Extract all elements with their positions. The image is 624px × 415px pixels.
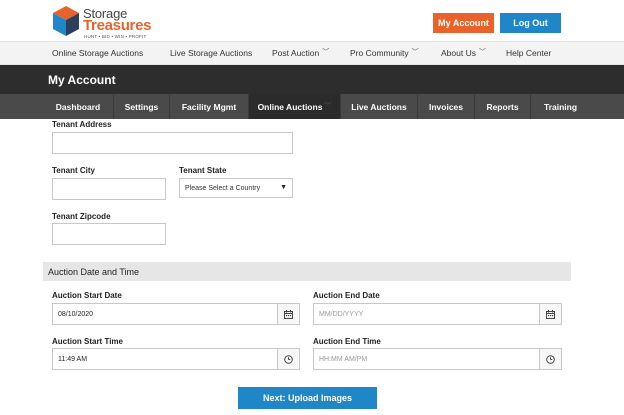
chevron-down-icon: ﹀ — [478, 49, 486, 56]
auction-start-time-input[interactable]: 11:49 AM — [52, 348, 278, 370]
tab-label: Settings — [124, 101, 159, 112]
chevron-down-icon: ﹀ — [324, 102, 332, 110]
start-date-calendar-button[interactable] — [277, 303, 300, 325]
tab-dashboard[interactable]: Dashboard — [43, 94, 114, 119]
chevron-down-icon: ▼ — [280, 184, 287, 191]
chevron-down-icon: ﹀ — [322, 49, 330, 56]
auction-end-date-input[interactable]: MM/DD/YYYY — [313, 303, 540, 325]
section-title: Auction Date and Time — [48, 267, 140, 277]
account-title-bar: My Account — [0, 65, 624, 94]
tab-invoices[interactable]: Invoices — [418, 94, 475, 119]
auction-end-time-label: Auction End Time — [313, 337, 381, 346]
nav-label: Pro Community — [350, 48, 409, 58]
clock-icon — [284, 354, 293, 364]
tab-online-auctions[interactable]: Online Auctions ﹀ — [249, 94, 341, 119]
tenant-state-label: Tenant State — [179, 166, 227, 175]
clock-icon — [546, 354, 555, 364]
tenant-address-input[interactable] — [52, 132, 293, 154]
tenant-city-input[interactable] — [52, 178, 166, 200]
tab-facility-mgmt[interactable]: Facility Mgmt — [170, 94, 249, 119]
auction-date-time-section: Auction Date and Time — [43, 262, 571, 281]
storage-treasures-logo[interactable]: Storage Treasures HUNT • BID • WIN • PRO… — [52, 5, 162, 39]
tab-label: Facility Mgmt — [181, 101, 237, 112]
nav-label: About Us — [441, 48, 476, 58]
top-nav: Online Storage Auctions Live Storage Auc… — [0, 41, 624, 65]
nav-post-auction[interactable]: Post Auction ﹀ — [272, 48, 329, 58]
tab-reports[interactable]: Reports — [475, 94, 531, 119]
next-upload-images-button[interactable]: Next: Upload Images — [238, 387, 377, 409]
nav-about-us[interactable]: About Us ﹀ — [441, 48, 486, 58]
tenant-city-label: Tenant City — [52, 166, 95, 175]
start-time-clock-button[interactable] — [277, 348, 300, 370]
tab-live-auctions[interactable]: Live Auctions — [341, 94, 418, 119]
logo-word-treasures: Treasures — [83, 17, 152, 34]
tab-training[interactable]: Training — [531, 94, 590, 119]
logo-tagline: HUNT • BID • WIN • PROFIT — [84, 34, 147, 39]
nav-label: Online Storage Auctions — [52, 48, 144, 58]
nav-help-center[interactable]: Help Center — [506, 48, 551, 58]
tab-label: Live Auctions — [351, 101, 407, 112]
nav-label: Post Auction — [272, 48, 320, 58]
tab-label: Training — [543, 101, 578, 112]
auction-end-date-label: Auction End Date — [313, 291, 380, 300]
tenant-zipcode-label: Tenant Zipcode — [52, 212, 111, 221]
tenant-address-label: Tenant Address — [52, 120, 112, 129]
tab-label: Dashboard — [55, 101, 101, 112]
site-header: Storage Treasures HUNT • BID • WIN • PRO… — [0, 0, 624, 41]
auction-start-date-label: Auction Start Date — [52, 291, 122, 300]
nav-label: Live Storage Auctions — [170, 48, 253, 58]
nav-label: Help Center — [506, 48, 552, 58]
nav-pro-community[interactable]: Pro Community ﹀ — [350, 48, 419, 58]
end-time-clock-button[interactable] — [539, 348, 562, 370]
account-sub-nav: Dashboard Settings Facility Mgmt Online … — [0, 94, 624, 119]
tab-label: Online Auctions — [257, 101, 323, 112]
end-date-calendar-button[interactable] — [539, 303, 562, 325]
my-account-button[interactable]: My Account — [433, 13, 494, 33]
tenant-state-selected: Please Select a Country — [185, 184, 261, 192]
tab-label: Invoices — [428, 101, 464, 112]
auction-start-date-input[interactable]: 08/10/2020 — [52, 303, 278, 325]
logout-button[interactable]: Log Out — [500, 13, 561, 33]
tenant-zipcode-input[interactable] — [52, 223, 166, 245]
tab-label: Reports — [486, 101, 519, 112]
auction-end-time-input[interactable]: HH:MM AM/PM — [313, 348, 540, 370]
tenant-state-select[interactable]: Please Select a Country ▼ — [179, 178, 293, 198]
chevron-down-icon: ﹀ — [411, 49, 419, 56]
nav-online-storage-auctions[interactable]: Online Storage Auctions — [52, 48, 143, 58]
calendar-icon — [284, 309, 293, 319]
page-title: My Account — [48, 73, 116, 87]
nav-live-storage-auctions[interactable]: Live Storage Auctions — [170, 48, 252, 58]
tab-settings[interactable]: Settings — [114, 94, 170, 119]
calendar-icon — [546, 309, 555, 319]
auction-start-time-label: Auction Start Time — [52, 337, 123, 346]
logo-cube-icon — [53, 6, 79, 36]
